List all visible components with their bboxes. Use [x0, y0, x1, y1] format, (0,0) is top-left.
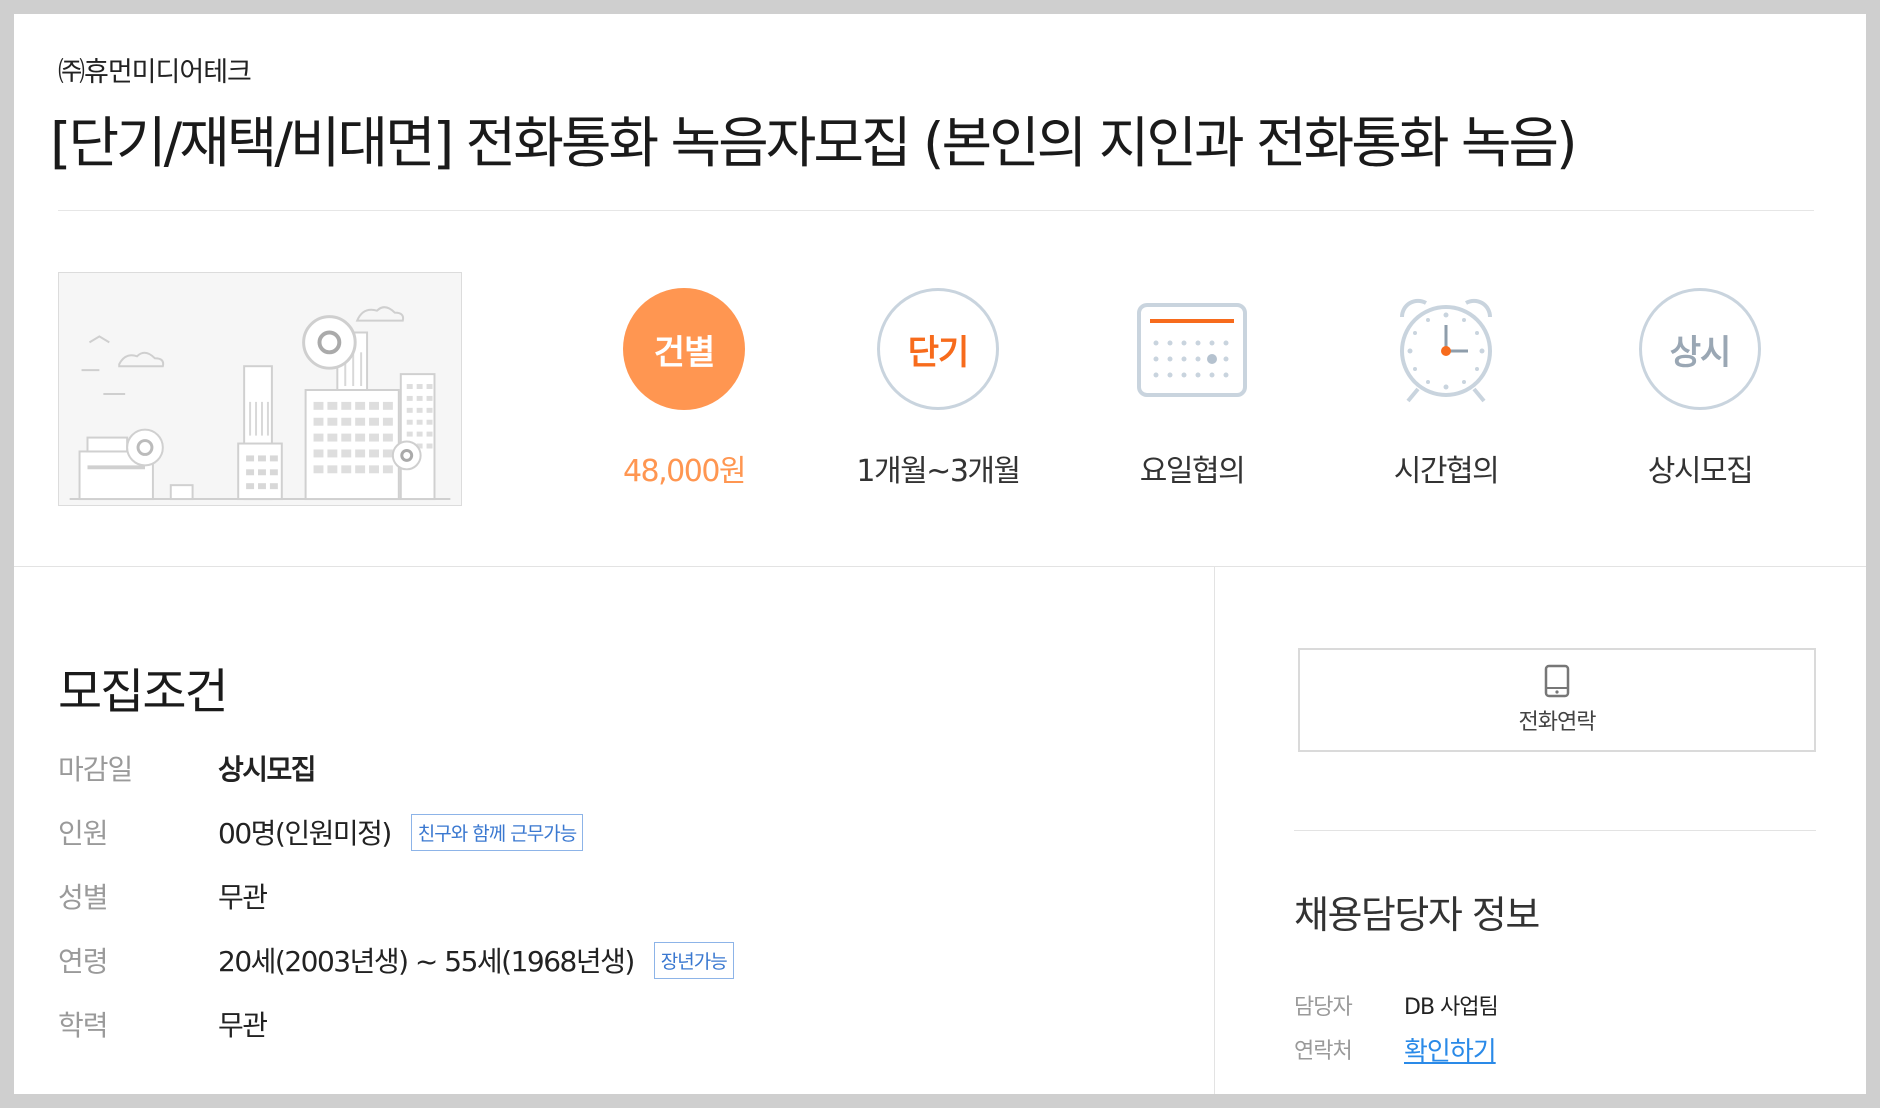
senior-ok-tag: 장년가능	[653, 941, 734, 979]
condition-row-education: 학력 무관	[58, 1004, 268, 1044]
deadline-label: 상시모집	[1647, 454, 1754, 489]
deadline-circle: 상시	[1639, 288, 1761, 410]
condition-key: 성별	[58, 881, 109, 914]
period-label: 1개월~3개월	[856, 454, 1021, 489]
manager-key: 담당자	[1294, 995, 1353, 1020]
condition-row-deadline: 마감일 상시모집	[58, 748, 317, 788]
condition-key: 인원	[58, 817, 109, 850]
condition-value: 20세(2003년생) ~ 55세(1968년생)	[218, 945, 635, 978]
recruiter-manager-row: 담당자 DB 사업팀	[1294, 988, 1499, 1022]
recruiter-info-title: 채용담당자 정보	[1294, 893, 1540, 937]
phone-contact-button[interactable]: 전화연락	[1298, 648, 1816, 752]
pay-amount: 48,000원	[622, 454, 747, 489]
condition-row-headcount: 인원 00명(인원미정) 친구와 함께 근무가능	[58, 812, 584, 852]
days-label: 요일협의	[1139, 454, 1246, 489]
phone-contact-label: 전화연락	[1518, 710, 1597, 735]
condition-value: 무관	[218, 1009, 268, 1042]
manager-value: DB 사업팀	[1404, 995, 1499, 1020]
summary-deadline: 상시 상시모집	[1590, 288, 1810, 490]
company-name[interactable]: ㈜휴먼미디어테크	[58, 50, 252, 89]
divider	[58, 210, 1814, 211]
summary-period: 단기 1개월~3개월	[828, 288, 1048, 490]
condition-key: 연령	[58, 945, 109, 978]
reveal-phone-link[interactable]: 확인하기	[1404, 1031, 1497, 1068]
alarm-clock-icon	[1385, 288, 1507, 410]
divider	[1294, 830, 1816, 831]
conditions-title: 모집조건	[58, 664, 229, 720]
condition-value: 00명(인원미정)	[218, 817, 392, 850]
job-posting-card: ㈜휴먼미디어테크 [단기/재택/비대면] 전화통화 녹음자모집 (본인의 지인과…	[14, 14, 1866, 1094]
phone-key: 연락처	[1294, 1039, 1353, 1064]
condition-row-gender: 성별 무관	[58, 876, 268, 916]
divider	[14, 566, 1866, 567]
condition-key: 마감일	[58, 753, 133, 786]
calendar-icon	[1131, 288, 1253, 410]
column-divider	[1214, 567, 1215, 1094]
period-circle: 단기	[877, 288, 999, 410]
friend-ok-tag: 친구와 함께 근무가능	[410, 813, 584, 851]
pay-type-circle: 건별	[623, 288, 745, 410]
condition-value: 상시모집	[218, 753, 317, 786]
phone-icon	[1544, 664, 1570, 698]
time-label: 시간협의	[1393, 454, 1500, 489]
condition-value: 무관	[218, 881, 268, 914]
condition-key: 학력	[58, 1009, 109, 1042]
recruiter-phone-row: 연락처 확인하기	[1294, 1031, 1497, 1068]
company-illustration	[58, 272, 462, 506]
condition-row-age: 연령 20세(2003년생) ~ 55세(1968년생) 장년가능	[58, 940, 734, 980]
summary-pay: 건별 48,000원	[574, 288, 794, 490]
job-title: [단기/재택/비대면] 전화통화 녹음자모집 (본인의 지인과 전화통화 녹음)	[50, 111, 1578, 175]
summary-time: 시간협의	[1336, 288, 1556, 490]
city-illustration-icon	[59, 273, 461, 505]
summary-days: 요일협의	[1082, 288, 1302, 490]
